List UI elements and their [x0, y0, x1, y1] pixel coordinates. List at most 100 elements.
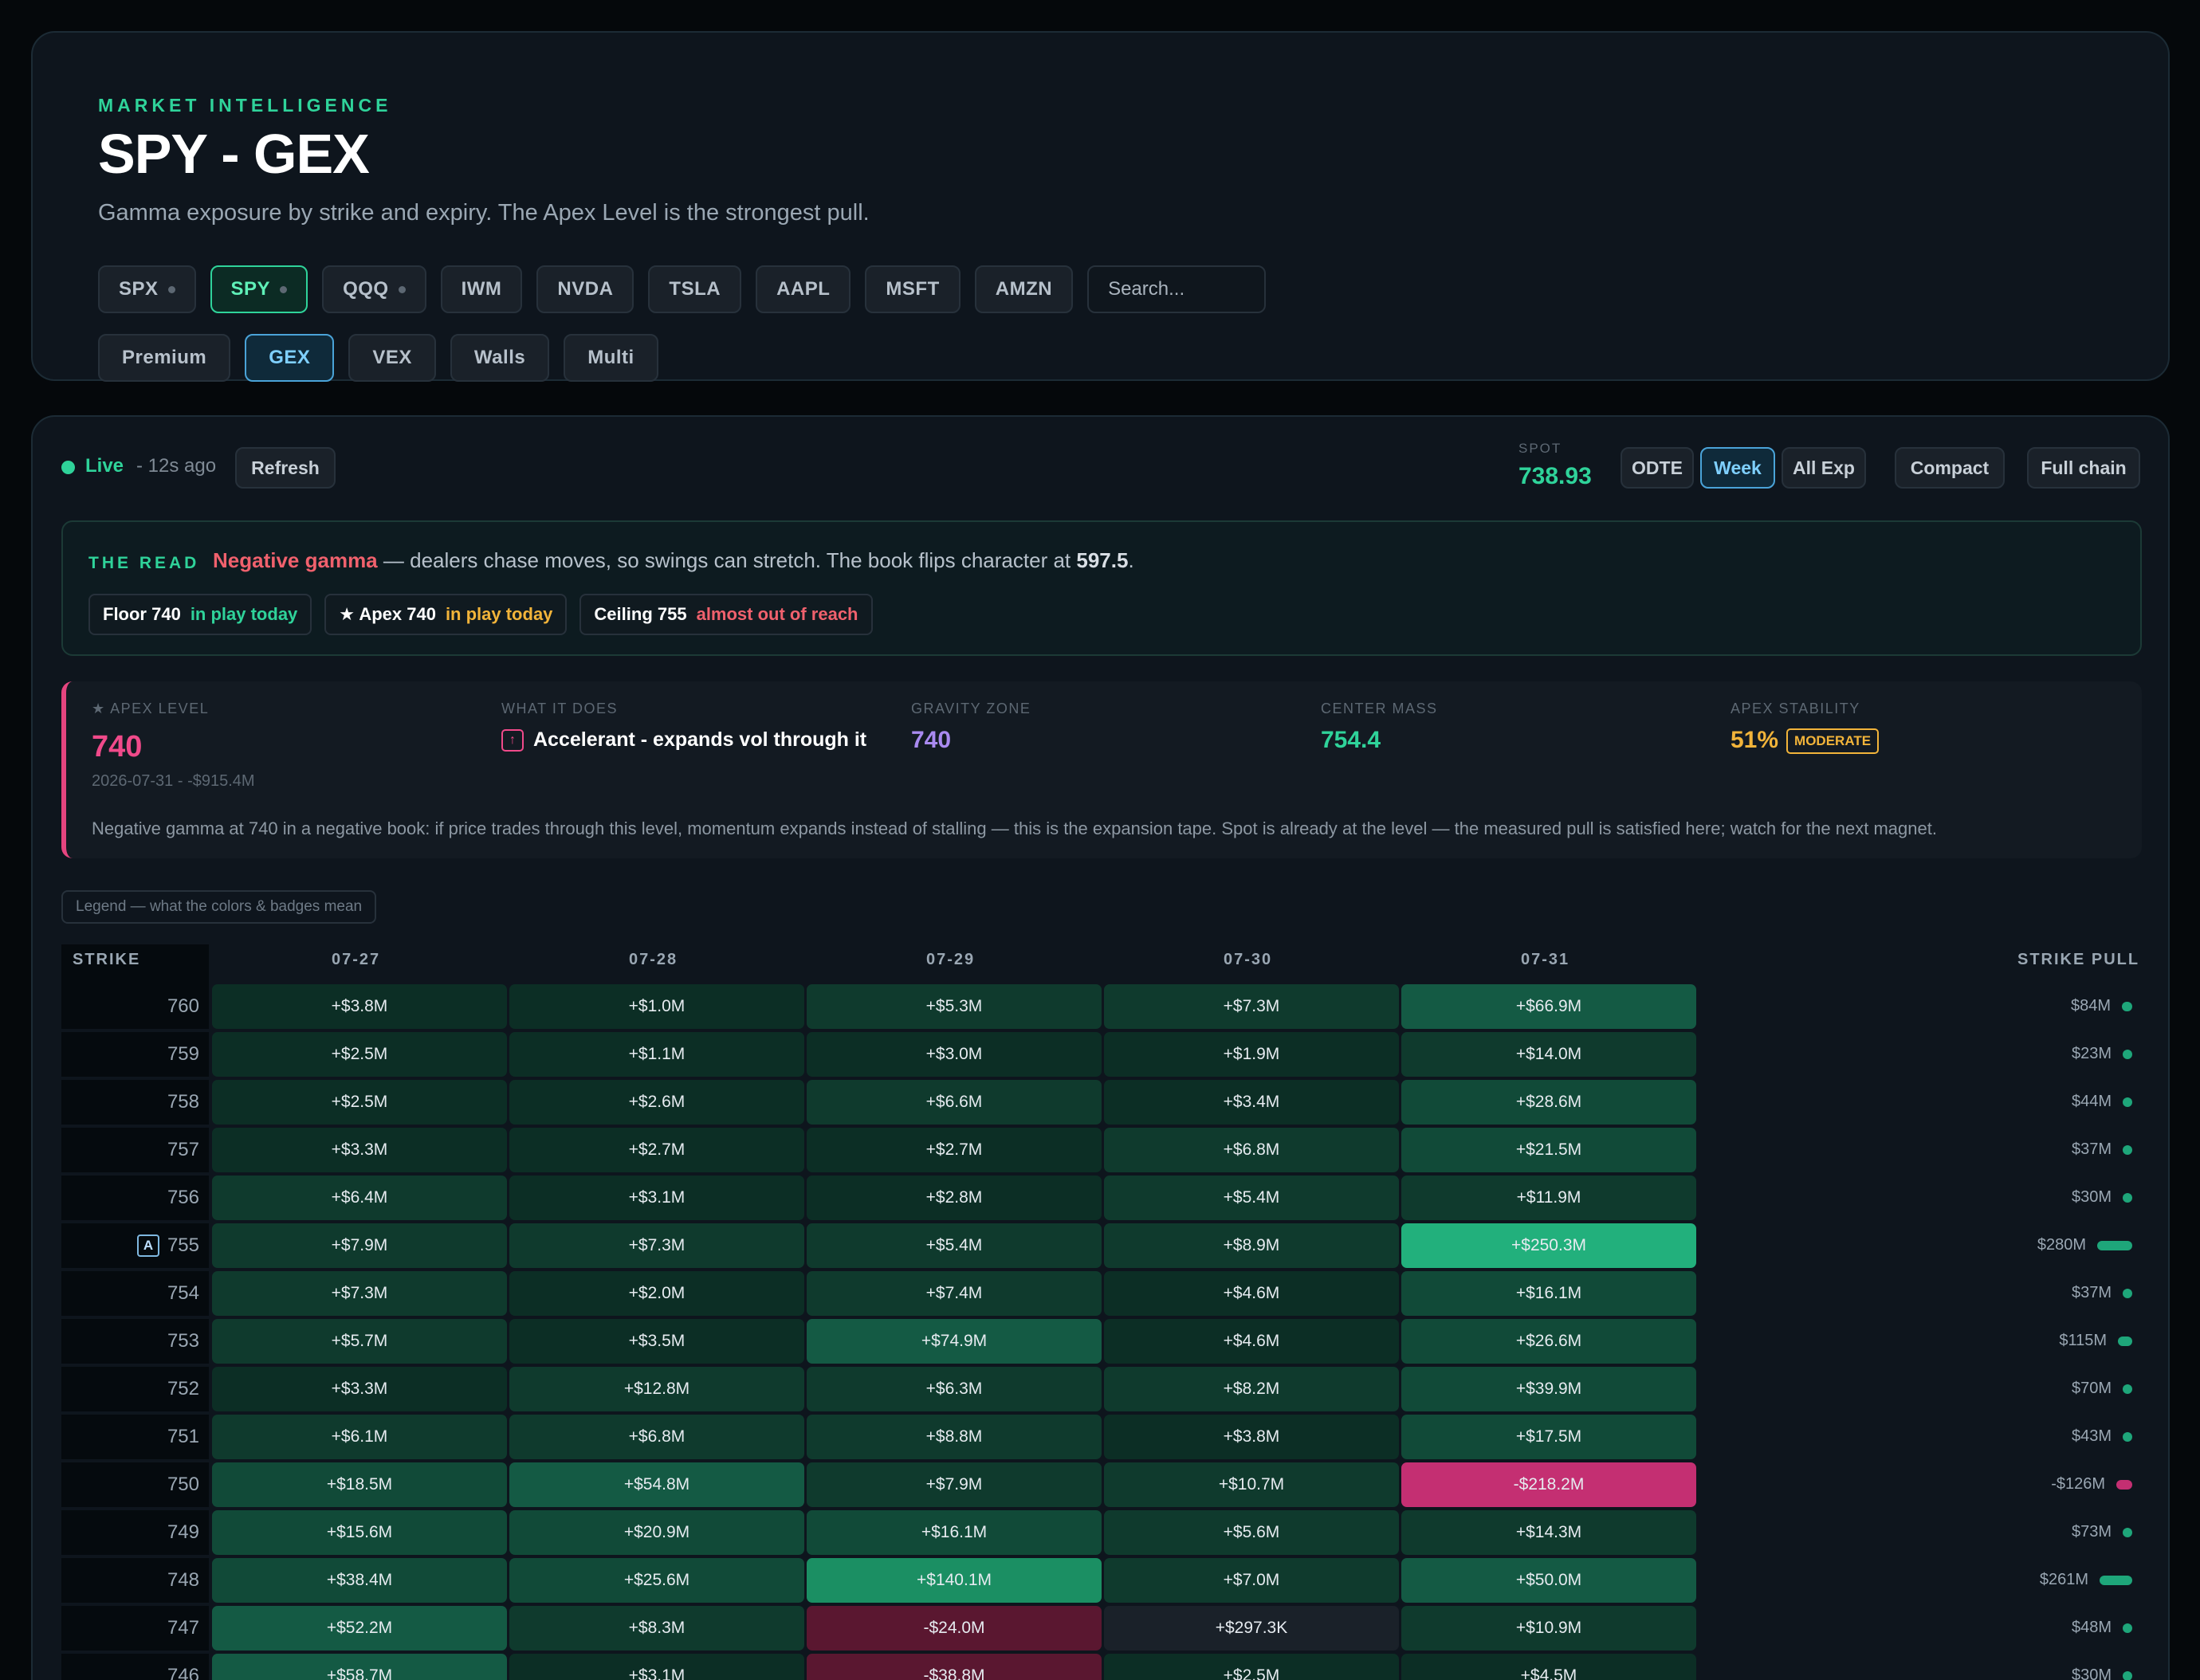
gex-cell[interactable]: +$1.9M — [1104, 1032, 1399, 1077]
gex-cell[interactable]: +$7.9M — [807, 1462, 1102, 1507]
full-chain-toggle-button[interactable]: Full chain — [2027, 447, 2140, 489]
gex-cell[interactable]: +$11.9M — [1401, 1176, 1696, 1220]
gex-cell[interactable]: +$6.4M — [212, 1176, 507, 1220]
tab-multi[interactable]: Multi — [564, 334, 658, 382]
ticker-chip-msft[interactable]: MSFT — [865, 265, 961, 313]
gex-cell[interactable]: +$3.8M — [212, 984, 507, 1029]
gex-cell[interactable]: +$28.6M — [1401, 1080, 1696, 1125]
gex-cell[interactable]: +$4.6M — [1104, 1271, 1399, 1316]
ticker-chip-qqq[interactable]: QQQ — [322, 265, 426, 313]
gex-cell[interactable]: +$7.0M — [1104, 1558, 1399, 1603]
gex-cell[interactable]: +$39.9M — [1401, 1367, 1696, 1411]
gex-cell[interactable]: +$25.6M — [509, 1558, 804, 1603]
gex-cell[interactable]: +$18.5M — [212, 1462, 507, 1507]
gex-cell[interactable]: +$2.5M — [212, 1080, 507, 1125]
gex-cell[interactable]: +$26.6M — [1401, 1319, 1696, 1364]
gex-cell[interactable]: +$3.3M — [212, 1367, 507, 1411]
gex-cell[interactable]: +$1.1M — [509, 1032, 804, 1077]
gex-cell[interactable]: -$24.0M — [807, 1606, 1102, 1651]
tab-gex[interactable]: GEX — [245, 334, 335, 382]
gex-cell[interactable]: +$15.6M — [212, 1510, 507, 1555]
gex-cell[interactable]: +$7.3M — [212, 1271, 507, 1316]
gex-cell[interactable]: +$10.7M — [1104, 1462, 1399, 1507]
gex-cell[interactable]: +$6.6M — [807, 1080, 1102, 1125]
gex-cell[interactable]: -$218.2M — [1401, 1462, 1696, 1507]
gex-cell[interactable]: +$2.7M — [807, 1128, 1102, 1172]
gex-cell[interactable]: +$21.5M — [1401, 1128, 1696, 1172]
gex-cell[interactable]: +$14.0M — [1401, 1032, 1696, 1077]
gex-cell[interactable]: +$2.7M — [509, 1128, 804, 1172]
gex-cell[interactable]: +$3.1M — [509, 1654, 804, 1680]
ticker-chip-spy[interactable]: SPY — [210, 265, 308, 313]
tab-walls[interactable]: Walls — [450, 334, 550, 382]
gex-cell[interactable]: +$2.5M — [212, 1032, 507, 1077]
level-chip: Floor 740 in play today — [88, 594, 312, 635]
gex-cell[interactable]: +$3.3M — [212, 1128, 507, 1172]
gex-cell[interactable]: +$3.8M — [1104, 1415, 1399, 1459]
gex-cell[interactable]: +$7.3M — [1104, 984, 1399, 1029]
ticker-chip-amzn[interactable]: AMZN — [974, 265, 1074, 313]
odte-filter-button[interactable]: ODTE — [1621, 447, 1694, 489]
refresh-button[interactable]: Refresh — [235, 447, 336, 489]
gex-cell[interactable]: +$297.3K — [1104, 1606, 1399, 1651]
gex-cell[interactable]: +$7.3M — [509, 1223, 804, 1268]
ticker-chip-aapl[interactable]: AAPL — [756, 265, 851, 313]
gex-cell[interactable]: +$8.3M — [509, 1606, 804, 1651]
gex-cell[interactable]: +$7.9M — [212, 1223, 507, 1268]
tab-premium[interactable]: Premium — [98, 334, 231, 382]
gex-cell[interactable]: +$3.5M — [509, 1319, 804, 1364]
gex-cell[interactable]: +$6.1M — [212, 1415, 507, 1459]
gex-cell[interactable]: +$5.6M — [1104, 1510, 1399, 1555]
gex-cell[interactable]: +$6.8M — [509, 1415, 804, 1459]
gex-cell[interactable]: +$2.8M — [807, 1176, 1102, 1220]
gex-cell[interactable]: +$2.5M — [1104, 1654, 1399, 1680]
gex-cell[interactable]: +$17.5M — [1401, 1415, 1696, 1459]
ticker-chip-nvda[interactable]: NVDA — [536, 265, 634, 313]
gex-cell[interactable]: +$50.0M — [1401, 1558, 1696, 1603]
legend-toggle[interactable]: Legend — what the colors & badges mean — [61, 890, 377, 924]
gex-cell[interactable]: +$2.6M — [509, 1080, 804, 1125]
gex-cell[interactable]: +$16.1M — [807, 1510, 1102, 1555]
week-filter-button[interactable]: Week — [1700, 447, 1775, 489]
all-expiry-filter-button[interactable]: All Exp — [1782, 447, 1866, 489]
tab-vex[interactable]: VEX — [348, 334, 436, 382]
gex-cell[interactable]: +$8.9M — [1104, 1223, 1399, 1268]
gex-cell[interactable]: +$5.7M — [212, 1319, 507, 1364]
gex-cell[interactable]: +$4.5M — [1401, 1654, 1696, 1680]
gex-cell[interactable]: +$16.1M — [1401, 1271, 1696, 1316]
live-dot-icon — [398, 285, 406, 293]
gex-cell[interactable]: +$74.9M — [807, 1319, 1102, 1364]
gex-cell[interactable]: +$140.1M — [807, 1558, 1102, 1603]
gex-cell[interactable]: +$54.8M — [509, 1462, 804, 1507]
gex-cell[interactable]: +$2.0M — [509, 1271, 804, 1316]
gex-cell[interactable]: +$3.0M — [807, 1032, 1102, 1077]
gex-cell[interactable]: +$7.4M — [807, 1271, 1102, 1316]
gex-cell[interactable]: +$10.9M — [1401, 1606, 1696, 1651]
gex-cell[interactable]: +$58.7M — [212, 1654, 507, 1680]
gex-cell[interactable]: +$5.4M — [1104, 1176, 1399, 1220]
ticker-search-input[interactable]: Search... — [1087, 265, 1267, 313]
gex-cell[interactable]: -$38.8M — [807, 1654, 1102, 1680]
ticker-chip-tsla[interactable]: TSLA — [648, 265, 742, 313]
ticker-chip-spx[interactable]: SPX — [98, 265, 196, 313]
gex-cell[interactable]: +$4.6M — [1104, 1319, 1399, 1364]
gex-cell[interactable]: +$6.3M — [807, 1367, 1102, 1411]
gex-cell[interactable]: +$5.4M — [807, 1223, 1102, 1268]
gex-cell[interactable]: +$250.3M — [1401, 1223, 1696, 1268]
gex-cell[interactable]: +$8.2M — [1104, 1367, 1399, 1411]
gex-cell[interactable]: +$14.3M — [1401, 1510, 1696, 1555]
gex-cell[interactable]: +$52.2M — [212, 1606, 507, 1651]
gex-cell[interactable]: +$38.4M — [212, 1558, 507, 1603]
gex-cell[interactable]: +$5.3M — [807, 984, 1102, 1029]
ticker-chip-iwm[interactable]: IWM — [440, 265, 523, 313]
gex-cell[interactable]: +$6.8M — [1104, 1128, 1399, 1172]
gex-cell[interactable]: +$20.9M — [509, 1510, 804, 1555]
gex-cell[interactable]: +$8.8M — [807, 1415, 1102, 1459]
gex-cell[interactable]: +$66.9M — [1401, 984, 1696, 1029]
gex-cell[interactable]: +$1.0M — [509, 984, 804, 1029]
the-read-label: THE READ — [88, 554, 200, 572]
gex-cell[interactable]: +$12.8M — [509, 1367, 804, 1411]
gex-cell[interactable]: +$3.4M — [1104, 1080, 1399, 1125]
gex-cell[interactable]: +$3.1M — [509, 1176, 804, 1220]
compact-toggle-button[interactable]: Compact — [1895, 447, 2005, 489]
